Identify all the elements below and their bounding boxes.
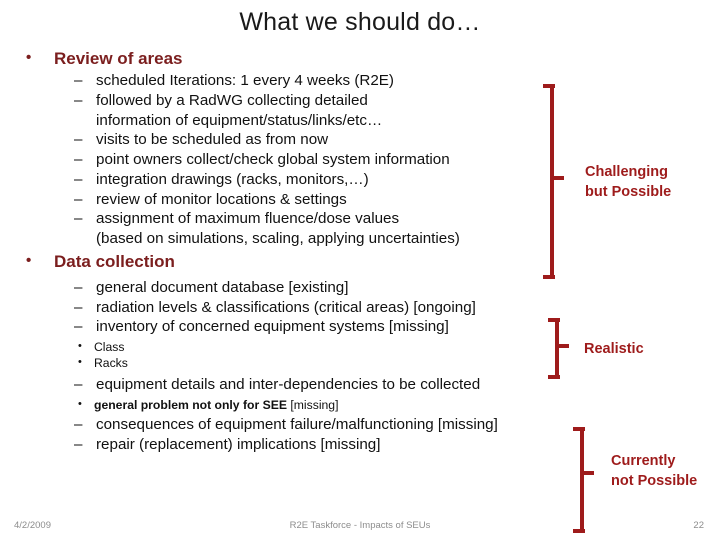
annotation-label-challenging: Challenging but Possible	[585, 163, 671, 202]
list-item-label: radiation levels & classifications (crit…	[96, 298, 476, 316]
annotation-label-currently-not-possible: Currently not Possible	[611, 452, 697, 491]
brace-middle-nub	[583, 471, 594, 475]
brace-middle-nub	[558, 344, 569, 348]
list-item-label: equipment details and inter-dependencies…	[96, 376, 481, 394]
list-item: – assignment of maximum fluence/dose val…	[62, 209, 578, 249]
brace-cap-bottom	[548, 375, 560, 379]
outline-level2-list-data: – general document database [existing] –…	[18, 278, 578, 337]
dash-bullet-icon: –	[74, 278, 83, 296]
list-item: • Racks	[64, 355, 578, 371]
slide-canvas: What we should do… • Review of areas – s…	[0, 0, 720, 540]
annotation-line-1: Realistic	[584, 341, 644, 357]
page-title: What we should do…	[239, 8, 481, 36]
list-item-label: visits to be scheduled as from now	[96, 131, 329, 149]
list-item: – radiation levels & classifications (cr…	[62, 298, 578, 318]
brace-vertical-bar	[555, 318, 559, 379]
outline-heading-review-of-areas: • Review of areas	[18, 48, 578, 70]
dash-bullet-icon: –	[74, 131, 83, 149]
list-item-label: Class	[94, 340, 125, 355]
list-item: – integration drawings (racks, monitors,…	[62, 170, 578, 190]
outline-root: • Review of areas – scheduled Iterations…	[18, 48, 578, 455]
list-item-label: scheduled Iterations: 1 every 4 weeks (R…	[96, 72, 394, 90]
list-item-continuation: information of equipment/status/links/et…	[96, 111, 383, 129]
annotation-line-1: Challenging	[585, 164, 668, 180]
list-item: – repair (replacement) implications [mis…	[62, 435, 578, 455]
list-item-label: inventory of concerned equipment systems…	[96, 318, 449, 336]
outline-heading-label: Review of areas	[54, 49, 183, 68]
brace-cap-bottom	[543, 275, 555, 279]
outline-heading-label: Data collection	[54, 251, 175, 271]
annotation-line-2: not Possible	[611, 472, 698, 489]
dash-bullet-icon: –	[74, 416, 83, 434]
list-item-label: assignment of maximum fluence/dose value…	[96, 210, 400, 228]
list-item-label: consequences of equipment failure/malfun…	[96, 416, 498, 434]
dash-bullet-icon: –	[74, 170, 83, 188]
list-item: – scheduled Iterations: 1 every 4 weeks …	[62, 71, 578, 91]
brace-middle-nub	[553, 176, 564, 180]
list-item: • general problem not only for SEE [miss…	[64, 397, 578, 413]
outline-level3-list-a: • Class • Racks	[18, 339, 578, 371]
list-item: – review of monitor locations & settings	[62, 190, 578, 210]
outline-level2-list-data-tail: – consequences of equipment failure/malf…	[18, 415, 578, 455]
dot-bullet-icon: •	[78, 398, 82, 411]
list-item-label: Racks	[94, 356, 128, 371]
bullet-icon: •	[26, 251, 32, 269]
list-item: – followed by a RadWG collecting detaile…	[62, 91, 578, 131]
dot-bullet-icon: •	[78, 340, 82, 353]
brace-currently-not-possible	[573, 427, 595, 533]
list-item-label: followed by a RadWG collecting detailed	[96, 91, 368, 109]
dash-bullet-icon: –	[74, 318, 83, 336]
brace-vertical-bar	[550, 84, 554, 279]
annotation-label-realistic: Realistic	[584, 340, 644, 360]
dash-bullet-icon: –	[74, 435, 83, 453]
outline-level3-list-b: • general problem not only for SEE [miss…	[18, 397, 578, 413]
outline-level2-list-data-mid: – equipment details and inter-dependenci…	[18, 375, 578, 395]
dash-bullet-icon: –	[74, 91, 83, 109]
footer-title: R2E Taskforce - Impacts of SEUs	[289, 520, 431, 531]
slide-body: • Review of areas – scheduled Iterations…	[18, 48, 578, 455]
dash-bullet-icon: –	[74, 298, 83, 316]
footer-page-number: 22	[693, 520, 704, 531]
brace-vertical-bar	[580, 427, 584, 533]
list-item-continuation: (based on simulations, scaling, applying…	[96, 230, 460, 248]
dash-bullet-icon: –	[74, 210, 83, 228]
dash-bullet-icon: –	[74, 151, 83, 169]
list-item-label-bold: general problem not only for SEE	[94, 398, 287, 413]
list-item-label: general document database [existing]	[96, 278, 349, 296]
brace-realistic	[548, 318, 570, 379]
list-item: – equipment details and inter-dependenci…	[62, 375, 578, 395]
annotation-line-2: but Possible	[585, 183, 672, 200]
dash-bullet-icon: –	[74, 190, 83, 208]
outline-level2-list-review: – scheduled Iterations: 1 every 4 weeks …	[18, 71, 578, 249]
list-item: – visits to be scheduled as from now	[62, 130, 578, 150]
list-item: – inventory of concerned equipment syste…	[62, 317, 578, 337]
list-item: – point owners collect/check global syst…	[62, 150, 578, 170]
list-item-label: review of monitor locations & settings	[96, 190, 347, 208]
list-item-label-tail: [missing]	[287, 398, 339, 413]
dot-bullet-icon: •	[78, 356, 82, 369]
bullet-icon: •	[26, 49, 32, 66]
list-item: – general document database [existing]	[62, 278, 578, 298]
annotation-line-1: Currently	[611, 453, 676, 469]
outline-heading-data-collection: • Data collection	[18, 251, 578, 273]
dash-bullet-icon: –	[74, 376, 83, 394]
brace-challenging	[543, 84, 565, 279]
list-item-label: repair (replacement) implications [missi…	[96, 435, 381, 453]
dash-bullet-icon: –	[74, 72, 83, 90]
list-item: – consequences of equipment failure/malf…	[62, 415, 578, 435]
list-item: • Class	[64, 339, 578, 355]
list-item-label: point owners collect/check global system…	[96, 151, 450, 169]
list-item-label: integration drawings (racks, monitors,…)	[96, 170, 369, 188]
